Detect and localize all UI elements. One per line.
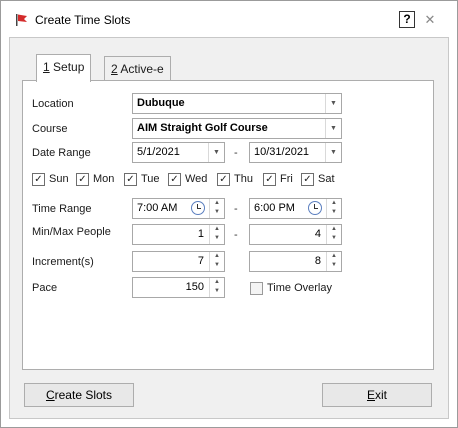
- dialog-body: 1 Setup 2 Active-e Location Dubuque ▼ Co…: [9, 37, 449, 419]
- sun-checkbox[interactable]: ✓: [32, 173, 45, 186]
- increment-second-value: 8: [314, 255, 321, 267]
- time-overlay-checkbox[interactable]: [250, 282, 263, 295]
- fri-checkbox[interactable]: ✓: [263, 173, 276, 186]
- chevron-down-icon[interactable]: ▼: [208, 143, 224, 162]
- end-time-value: 6:00 PM: [254, 202, 295, 214]
- wed-label: Wed: [185, 173, 208, 185]
- increment-second-input[interactable]: 8 ▲ ▼: [249, 251, 342, 272]
- pace-label: Pace: [32, 282, 58, 294]
- max-people-value: 4: [314, 228, 321, 240]
- create-slots-button[interactable]: Create Slots: [24, 383, 134, 407]
- date-range-label: Date Range: [32, 147, 91, 159]
- spin-up-icon[interactable]: ▲: [327, 225, 341, 234]
- course-label: Course: [32, 123, 68, 135]
- increment-first-input[interactable]: 7 ▲ ▼: [132, 251, 225, 272]
- start-time-picker[interactable]: 7:00 AM ▲ ▼: [132, 198, 225, 219]
- sat-checkbox[interactable]: ✓: [301, 173, 314, 186]
- people-separator: -: [234, 229, 238, 241]
- end-time-stepper[interactable]: ▲ ▼: [326, 199, 341, 218]
- time-range-separator: -: [234, 203, 238, 215]
- spin-down-icon[interactable]: ▼: [327, 208, 341, 217]
- spin-down-icon[interactable]: ▼: [210, 261, 224, 270]
- increment-first-stepper[interactable]: ▲ ▼: [209, 252, 224, 271]
- time-range-label: Time Range: [32, 203, 92, 215]
- tab-active-e-label: Active-e: [117, 62, 164, 76]
- sun-label: Sun: [49, 173, 69, 185]
- create-time-slots-window: Create Time Slots ? ✕ 1 Setup 2 Active-e…: [0, 0, 458, 428]
- start-time-stepper[interactable]: ▲ ▼: [209, 199, 224, 218]
- end-date-picker[interactable]: 10/31/2021 ▼: [249, 142, 342, 163]
- tue-label: Tue: [141, 173, 160, 185]
- exit-button[interactable]: Exit: [322, 383, 432, 407]
- min-people-value: 1: [197, 228, 204, 240]
- create-slots-label: reate Slots: [54, 388, 113, 402]
- course-select[interactable]: AIM Straight Golf Course ▼: [132, 118, 342, 139]
- max-people-stepper[interactable]: ▲ ▼: [326, 225, 341, 244]
- spin-up-icon[interactable]: ▲: [327, 199, 341, 208]
- mon-checkbox[interactable]: ✓: [76, 173, 89, 186]
- pace-input[interactable]: 150 ▲ ▼: [132, 277, 225, 298]
- tab-setup-label: Setup: [49, 60, 85, 74]
- increment-first-value: 7: [197, 255, 204, 267]
- spin-up-icon[interactable]: ▲: [210, 199, 224, 208]
- start-date-picker[interactable]: 5/1/2021 ▼: [132, 142, 225, 163]
- min-max-people-label: Min/Max People: [32, 226, 111, 238]
- close-button[interactable]: ✕: [421, 11, 439, 28]
- chevron-down-icon[interactable]: ▼: [325, 143, 341, 162]
- thu-label: Thu: [234, 173, 253, 185]
- tab-setup[interactable]: 1 Setup: [36, 54, 92, 82]
- location-select[interactable]: Dubuque ▼: [132, 93, 342, 114]
- spin-down-icon[interactable]: ▼: [327, 234, 341, 243]
- chevron-down-icon[interactable]: ▼: [325, 94, 341, 113]
- clock-icon[interactable]: [191, 201, 205, 215]
- setup-panel: Location Dubuque ▼ Course AIM Straight G…: [22, 80, 434, 370]
- spin-down-icon[interactable]: ▼: [327, 261, 341, 270]
- increment-second-stepper[interactable]: ▲ ▼: [326, 252, 341, 271]
- location-value: Dubuque: [137, 97, 185, 109]
- wed-checkbox[interactable]: ✓: [168, 173, 181, 186]
- end-time-picker[interactable]: 6:00 PM ▲ ▼: [249, 198, 342, 219]
- window-title: Create Time Slots: [35, 13, 131, 27]
- spin-down-icon[interactable]: ▼: [210, 287, 224, 296]
- tue-checkbox[interactable]: ✓: [124, 173, 137, 186]
- days-of-week: ✓ Sun ✓ Mon ✓ Tue ✓ Wed ✓ Thu ✓ Fri ✓ Sa…: [32, 172, 342, 188]
- start-time-value: 7:00 AM: [137, 202, 178, 214]
- mon-label: Mon: [93, 173, 115, 185]
- tab-control: 1 Setup 2 Active-e Location Dubuque ▼ Co…: [22, 48, 434, 370]
- tab-setup-hotkey: 1: [43, 60, 50, 74]
- max-people-input[interactable]: 4 ▲ ▼: [249, 224, 342, 245]
- flag-icon: [15, 13, 29, 27]
- title-bar: Create Time Slots ? ✕: [1, 1, 457, 37]
- clock-icon[interactable]: [308, 201, 322, 215]
- min-people-stepper[interactable]: ▲ ▼: [209, 225, 224, 244]
- chevron-down-icon[interactable]: ▼: [325, 119, 341, 138]
- spin-up-icon[interactable]: ▲: [210, 278, 224, 287]
- pace-value: 150: [185, 281, 204, 293]
- time-overlay-option[interactable]: Time Overlay: [250, 281, 350, 297]
- increments-label: Increment(s): [32, 256, 94, 268]
- create-slots-hotkey: C: [45, 388, 55, 402]
- sat-label: Sat: [318, 173, 335, 185]
- tab-active-e-hotkey: 2: [111, 62, 118, 76]
- time-overlay-label: Time Overlay: [267, 282, 332, 294]
- help-button[interactable]: ?: [399, 11, 415, 28]
- spin-up-icon[interactable]: ▲: [327, 252, 341, 261]
- spin-up-icon[interactable]: ▲: [210, 252, 224, 261]
- min-people-input[interactable]: 1 ▲ ▼: [132, 224, 225, 245]
- pace-stepper[interactable]: ▲ ▼: [209, 278, 224, 297]
- exit-label: xit: [375, 388, 387, 402]
- exit-hotkey: E: [366, 388, 375, 402]
- thu-checkbox[interactable]: ✓: [217, 173, 230, 186]
- spin-down-icon[interactable]: ▼: [210, 208, 224, 217]
- fri-label: Fri: [280, 173, 293, 185]
- start-date-value: 5/1/2021: [137, 146, 180, 158]
- course-value: AIM Straight Golf Course: [137, 122, 268, 134]
- location-label: Location: [32, 98, 74, 110]
- spin-up-icon[interactable]: ▲: [210, 225, 224, 234]
- date-range-separator: -: [234, 147, 238, 159]
- spin-down-icon[interactable]: ▼: [210, 234, 224, 243]
- end-date-value: 10/31/2021: [254, 146, 310, 158]
- tab-active-e[interactable]: 2 Active-e: [104, 56, 171, 82]
